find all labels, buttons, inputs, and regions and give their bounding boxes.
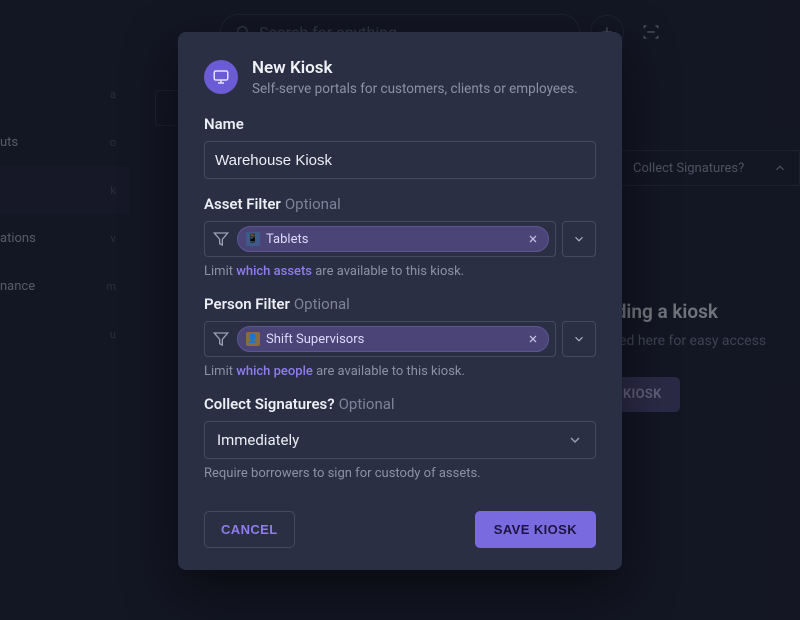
collect-signatures-helper: Require borrowers to sign for custody of… bbox=[204, 466, 596, 481]
collect-signatures-select[interactable]: Immediately bbox=[204, 421, 596, 459]
person-icon: 👤 bbox=[246, 332, 260, 346]
person-filter-dropdown[interactable] bbox=[562, 321, 596, 357]
tablet-icon: 📱 bbox=[246, 232, 260, 246]
person-filter-chip-label: Shift Supervisors bbox=[266, 332, 518, 347]
asset-filter-chip-label: Tablets bbox=[266, 232, 518, 247]
close-icon bbox=[527, 233, 539, 245]
asset-filter-dropdown[interactable] bbox=[562, 221, 596, 257]
chevron-down-icon bbox=[567, 432, 583, 448]
monitor-icon bbox=[212, 68, 230, 86]
kiosk-icon bbox=[204, 60, 238, 94]
name-label: Name bbox=[204, 115, 596, 133]
chevron-down-icon bbox=[572, 332, 586, 346]
cancel-button[interactable]: CANCEL bbox=[204, 511, 295, 548]
which-assets-link[interactable]: which assets bbox=[236, 264, 312, 279]
person-filter-remove[interactable] bbox=[524, 330, 542, 348]
modal-subtitle: Self-serve portals for customers, client… bbox=[252, 81, 578, 97]
person-filter-input[interactable]: 👤 Shift Supervisors bbox=[204, 321, 556, 357]
person-filter-helper: Limit which people are available to this… bbox=[204, 364, 596, 379]
person-filter-label: Person FilterOptional bbox=[204, 295, 596, 313]
asset-filter-label: Asset FilterOptional bbox=[204, 195, 596, 213]
name-input[interactable] bbox=[204, 141, 596, 179]
person-filter-chip[interactable]: 👤 Shift Supervisors bbox=[237, 326, 549, 352]
which-people-link[interactable]: which people bbox=[236, 364, 313, 379]
chevron-down-icon bbox=[572, 232, 586, 246]
new-kiosk-modal: New Kiosk Self-serve portals for custome… bbox=[178, 32, 622, 570]
save-kiosk-button[interactable]: SAVE KIOSK bbox=[475, 511, 596, 548]
asset-filter-chip[interactable]: 📱 Tablets bbox=[237, 226, 549, 252]
asset-filter-input[interactable]: 📱 Tablets bbox=[204, 221, 556, 257]
asset-filter-remove[interactable] bbox=[524, 230, 542, 248]
filter-icon bbox=[213, 231, 229, 247]
asset-filter-helper: Limit which assets are available to this… bbox=[204, 264, 596, 279]
collect-signatures-label: Collect Signatures?Optional bbox=[204, 395, 596, 413]
collect-signatures-value: Immediately bbox=[217, 431, 299, 449]
filter-icon bbox=[213, 331, 229, 347]
close-icon bbox=[527, 333, 539, 345]
modal-title: New Kiosk bbox=[252, 58, 578, 78]
